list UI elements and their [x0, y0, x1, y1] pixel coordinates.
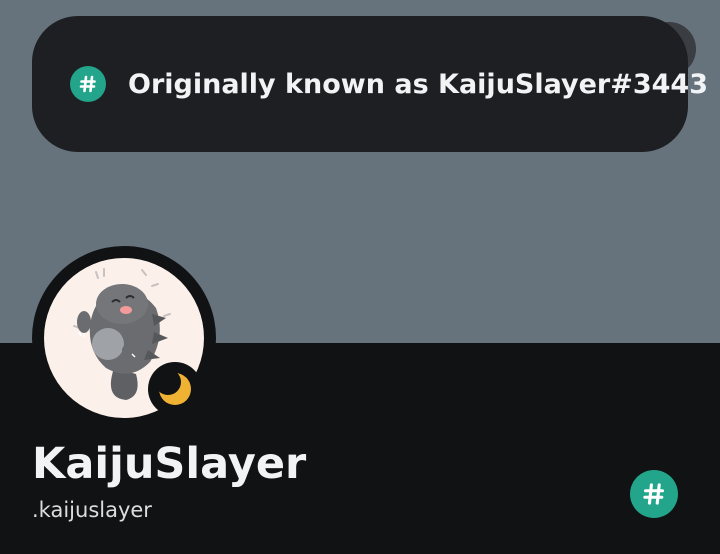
original-username-tooltip: Originally known as KaijuSlayer#3443: [32, 16, 708, 152]
username: .kaijuslayer: [32, 498, 152, 522]
display-name: KaijuSlayer: [32, 439, 307, 489]
tooltip-text: Originally known as KaijuSlayer#3443: [128, 68, 708, 100]
hashtag-icon: [70, 66, 106, 102]
hashtag-icon[interactable]: [630, 470, 678, 518]
moon-icon: [155, 369, 194, 408]
